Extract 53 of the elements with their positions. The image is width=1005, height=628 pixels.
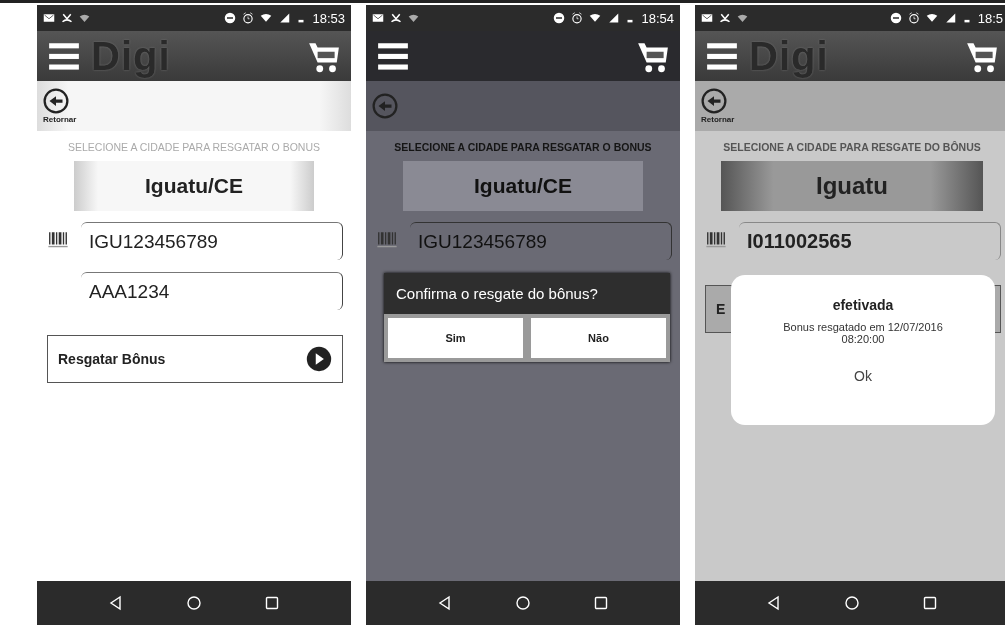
city-selector[interactable]: Iguatu/CE (74, 161, 314, 211)
code-input-field[interactable]: IGU123456789 (410, 222, 672, 260)
back-nav-icon (766, 595, 782, 611)
play-icon (306, 346, 332, 372)
signal-icon (943, 12, 956, 24)
ok-button[interactable]: Ok (848, 367, 878, 385)
status-time: 18:53 (312, 10, 345, 26)
do-not-disturb-icon (224, 12, 237, 24)
back-nav-icon (437, 595, 453, 611)
recents-nav-icon (922, 595, 938, 611)
dialog-button[interactable]: Não (531, 318, 666, 358)
city-selector[interactable]: Iguatu/CE (403, 161, 643, 211)
dialog-message: Confirma o resgate do bônus? (395, 284, 599, 304)
alarm-icon (907, 12, 920, 24)
wifi-icon (408, 12, 419, 24)
alarm-icon (242, 12, 255, 24)
back-label[interactable]: Retornar (43, 115, 77, 124)
code-input-field[interactable]: I011002565 (739, 222, 1001, 260)
status-time: 18:5 (977, 10, 1003, 26)
city-selector[interactable]: Iguatu (721, 161, 983, 211)
back-nav-icon (108, 595, 124, 611)
missed-call-icon (61, 12, 73, 24)
status-time: 18:54 (641, 10, 674, 26)
back-label[interactable]: Retornar (701, 115, 735, 124)
home-nav-icon (186, 595, 202, 611)
wifi-icon (589, 12, 602, 24)
mail-icon (43, 12, 55, 24)
signal-icon (278, 12, 291, 24)
dialog-message: Bonus resgatado em 12/07/2016 08:20:00 (783, 321, 943, 345)
recents-nav-icon (593, 595, 609, 611)
do-not-disturb-icon (553, 12, 566, 24)
signal-icon (607, 12, 620, 24)
mail-icon (701, 12, 713, 24)
wifi-icon (737, 12, 748, 24)
dialog-title: efetivada (832, 297, 894, 313)
dialog-button[interactable]: Sim (388, 318, 523, 358)
wifi-icon (925, 12, 938, 24)
redeem-button[interactable]: Resgatar Bônus (47, 335, 343, 383)
do-not-disturb-icon (889, 12, 902, 24)
home-nav-icon (844, 595, 860, 611)
missed-call-icon (719, 12, 731, 24)
wifi-icon (260, 12, 273, 24)
alarm-icon (571, 12, 584, 24)
wifi-icon (79, 12, 90, 24)
missed-call-icon (390, 12, 402, 24)
instruction-text: SELECIONE A CIDADE PARA RESGATAR O BONUS (393, 141, 653, 153)
mail-icon (372, 12, 384, 24)
instruction-text: SELECIONE A CIDADE PARA RESGATAR O BONUS (66, 141, 322, 153)
code-input-field[interactable]: IGU123456789 (81, 222, 343, 260)
recents-nav-icon (264, 595, 280, 611)
instruction-text: SELECIONE A CIDADE PARA RESGATE DO BÔNUS (722, 141, 982, 153)
code-input-field[interactable]: AAA1234 (81, 272, 343, 310)
home-nav-icon (515, 595, 531, 611)
